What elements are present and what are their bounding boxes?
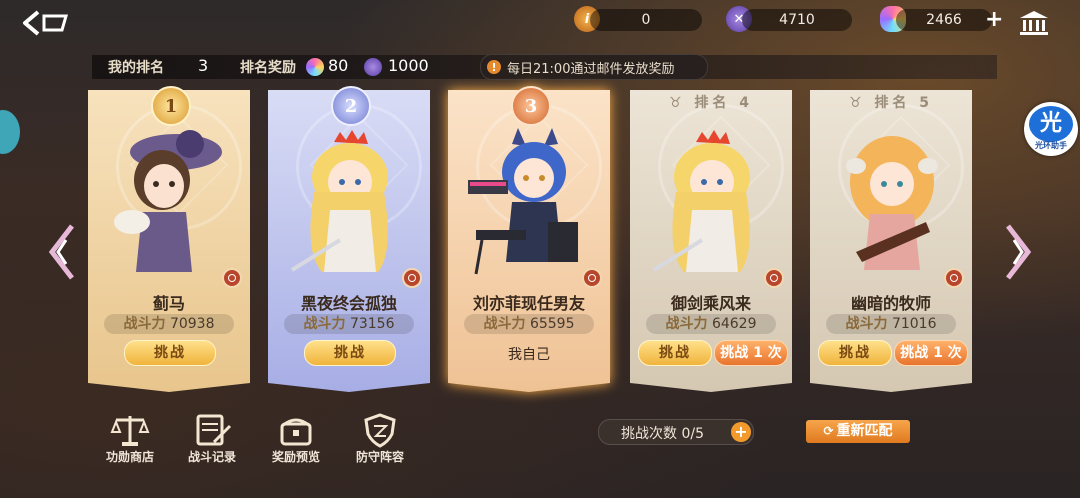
challenge-once-button[interactable]: 挑战 1 次 xyxy=(894,340,968,366)
power-label: 战斗力 xyxy=(483,316,526,332)
rank-reward-label: 排名奖励 xyxy=(240,60,296,76)
search-icon[interactable] xyxy=(582,268,602,288)
battle-record-label[interactable]: 战斗记录 xyxy=(180,448,244,465)
alert-icon: ! xyxy=(487,60,501,74)
power-value: 65595 xyxy=(529,316,575,332)
refresh-icon: ⟳ xyxy=(823,424,834,438)
search-icon[interactable] xyxy=(222,268,242,288)
assistant-label: 光环助手 xyxy=(1035,141,1067,150)
rank-label: 排名 xyxy=(874,95,911,111)
player-name: 黑夜终会孤独 xyxy=(300,294,397,313)
bank-icon[interactable] xyxy=(1018,9,1050,37)
reward-coins-value: 1000 xyxy=(388,56,429,75)
defense-lineup-label[interactable]: 防守阵容 xyxy=(348,448,412,465)
back-icon[interactable] xyxy=(22,8,70,38)
character-portrait xyxy=(290,130,388,272)
next-arrow-icon[interactable] xyxy=(1000,222,1034,282)
currency-2-value: 4710 xyxy=(779,12,815,28)
add-diamond-button[interactable]: + xyxy=(985,9,1003,31)
player-power: 战斗力 73156 xyxy=(284,314,414,334)
challenge-button[interactable]: 挑战 xyxy=(818,340,892,366)
my-rank-value: 3 xyxy=(198,56,209,75)
reward-notice-text: 每日21:00通过邮件发放奖励 xyxy=(507,61,675,77)
search-icon[interactable] xyxy=(944,268,964,288)
side-pet-icon[interactable] xyxy=(0,110,20,154)
power-value: 71016 xyxy=(891,316,937,332)
character-portrait xyxy=(114,130,222,272)
diamond-icon xyxy=(306,58,324,76)
battle-record-icon[interactable] xyxy=(192,412,232,448)
rank-number: 4 xyxy=(739,95,754,111)
currency-1-value: 0 xyxy=(641,12,651,28)
player-name: 蓟马 xyxy=(152,294,185,313)
currency-3-value: 2466 xyxy=(926,12,962,28)
rank-number: 5 xyxy=(919,95,934,111)
rank-card-4: ♉ 排名 4 御剑乘风来 战斗力 64629 挑战 挑战 1 次 xyxy=(630,90,792,392)
reward-gems-value: 80 xyxy=(328,56,349,75)
challenge-button[interactable]: 挑战 xyxy=(638,340,712,366)
player-name: 御剑乘风来 xyxy=(670,294,751,313)
power-label: 战斗力 xyxy=(303,316,346,332)
challenge-count-text: 挑战次数 0/5 xyxy=(621,426,704,442)
shield-icon[interactable] xyxy=(360,412,400,448)
medal-coin-icon xyxy=(364,58,382,76)
assistant-button[interactable]: 光 光环助手 xyxy=(1024,102,1078,156)
currency-1: 0 xyxy=(590,9,702,31)
challenge-button[interactable]: 挑战 xyxy=(124,340,216,366)
challenge-count: 挑战次数 0/5 + xyxy=(598,419,754,445)
challenge-button[interactable]: 挑战 xyxy=(304,340,396,366)
currency-3: 2466 xyxy=(896,9,992,31)
character-portrait xyxy=(652,130,750,272)
my-rank-label: 我的排名 xyxy=(108,60,164,76)
player-name: 幽暗的牧师 xyxy=(850,294,931,313)
player-power: 战斗力 64629 xyxy=(646,314,776,334)
chest-icon[interactable] xyxy=(276,412,316,448)
rank-card-5: ♉ 排名 5 幽暗的牧师 战斗力 71016 挑战 挑战 1 次 xyxy=(810,90,972,392)
reward-notice: ! 每日21:00通过邮件发放奖励 xyxy=(480,54,708,80)
power-value: 70938 xyxy=(169,316,215,332)
player-power: 战斗力 65595 xyxy=(464,314,594,334)
scales-icon[interactable] xyxy=(110,412,150,448)
rank-card-3-self: 3 刘亦菲现任男友 战斗力 65595 我自己 xyxy=(448,86,610,392)
rematch-label: 重新匹配 xyxy=(836,423,893,439)
reward-preview-label[interactable]: 奖励预览 xyxy=(264,448,328,465)
player-power: 战斗力 71016 xyxy=(826,314,956,334)
currency-2: 4710 xyxy=(742,9,852,31)
rank-medal-silver: 2 xyxy=(331,86,371,126)
player-power: 战斗力 70938 xyxy=(104,314,234,334)
challenge-once-button[interactable]: 挑战 1 次 xyxy=(714,340,788,366)
rank-card-2: 2 黑夜终会孤独 战斗力 73156 挑战 xyxy=(268,86,430,392)
add-challenge-button[interactable]: + xyxy=(731,422,751,442)
search-icon[interactable] xyxy=(764,268,784,288)
character-portrait xyxy=(846,136,938,270)
rank-label: 排名 xyxy=(694,95,731,111)
rematch-button[interactable]: ⟳ 重新匹配 xyxy=(806,420,910,443)
player-name: 刘亦菲现任男友 xyxy=(472,294,585,313)
prev-arrow-icon[interactable] xyxy=(46,222,80,282)
search-icon[interactable] xyxy=(402,268,422,288)
rank-header: ♉ 排名 5 xyxy=(848,95,934,111)
rank-card-1: 1 蓟马 战斗力 70938 挑战 xyxy=(88,86,250,392)
merit-shop-label[interactable]: 功勋商店 xyxy=(98,448,162,465)
rank-medal-gold: 1 xyxy=(151,86,191,126)
power-label: 战斗力 xyxy=(845,316,888,332)
rank-header: ♉ 排名 4 xyxy=(668,95,754,111)
assistant-icon: 光 xyxy=(1029,106,1073,142)
power-label: 战斗力 xyxy=(123,316,166,332)
self-label: 我自己 xyxy=(508,347,550,363)
rank-medal-bronze: 3 xyxy=(511,86,551,126)
power-value: 73156 xyxy=(349,316,395,332)
power-value: 64629 xyxy=(711,316,757,332)
power-label: 战斗力 xyxy=(665,316,708,332)
character-portrait xyxy=(468,128,578,275)
